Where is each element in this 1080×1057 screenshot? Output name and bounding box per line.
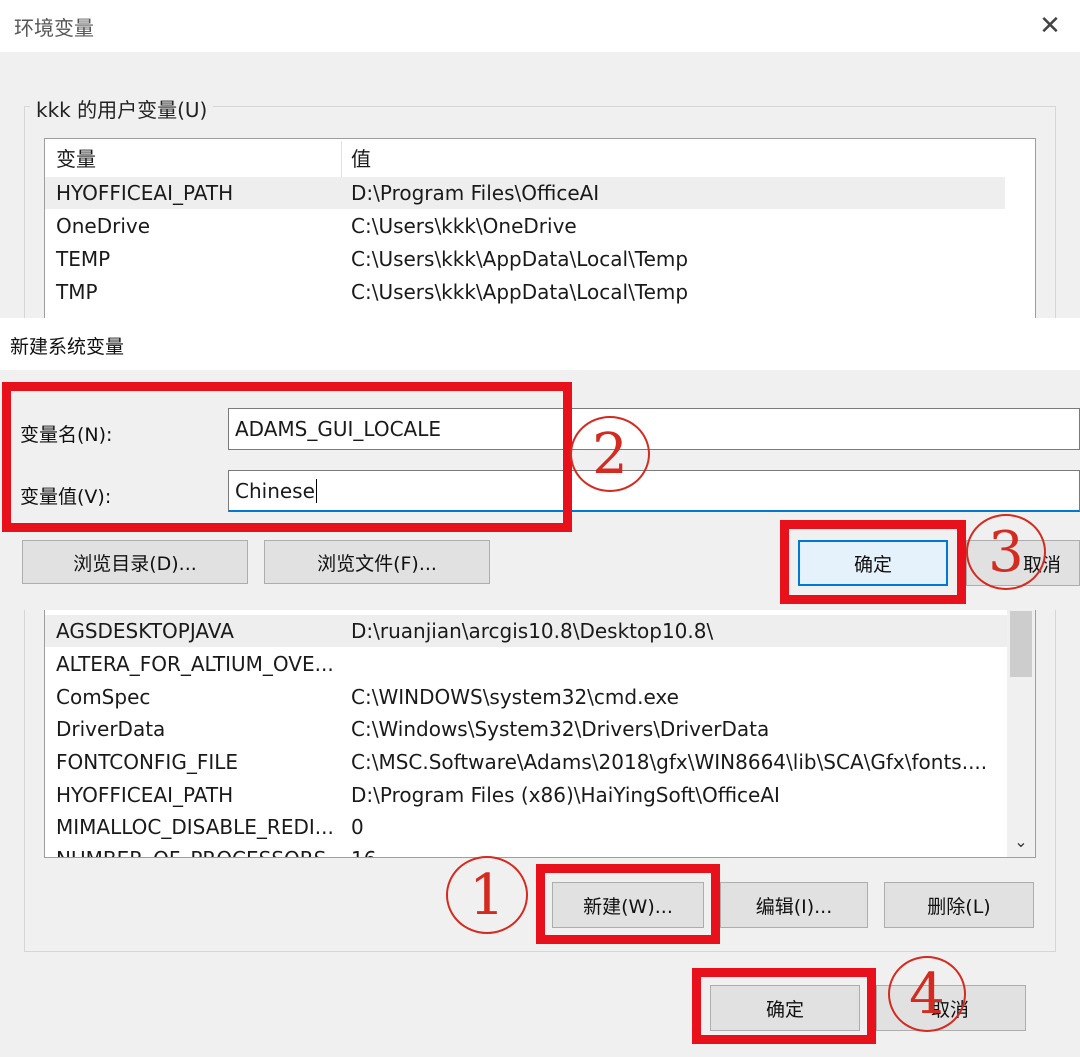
var-name: HYOFFICEAI_PATH [56, 783, 234, 807]
table-row[interactable]: MIMALLOC_DISABLE_REDI... 0 [45, 811, 1007, 843]
table-row[interactable]: ALTERA_FOR_ALTIUM_OVE... [45, 648, 1007, 680]
var-name: DriverData [56, 717, 166, 741]
list-header: 变量 值 [45, 143, 1005, 177]
highlight-box-fields [2, 382, 572, 532]
table-row[interactable]: DriverData C:\Windows\System32\Drivers\D… [45, 713, 1007, 745]
var-name: MIMALLOC_DISABLE_REDI... [56, 815, 334, 839]
system-vars-list[interactable]: AGSDESKTOPJAVA D:\ruanjian\arcgis10.8\De… [44, 600, 1036, 858]
table-row[interactable]: ComSpec C:\WINDOWS\system32\cmd.exe [45, 681, 1007, 713]
header-variable[interactable]: 变量 [56, 143, 96, 175]
scrollbar-thumb[interactable] [1010, 611, 1032, 677]
var-name: TEMP [56, 247, 111, 271]
table-row[interactable]: FONTCONFIG_FILE C:\MSC.Software\Adams\20… [45, 746, 1007, 778]
var-name: TMP [56, 280, 98, 304]
table-row[interactable]: TEMP C:\Users\kkk\AppData\Local\Temp [45, 243, 1005, 275]
table-row[interactable]: TMP C:\Users\kkk\AppData\Local\Temp [45, 276, 1005, 308]
highlight-box-dialog-ok [780, 520, 966, 604]
step-4-marker: 4 [888, 956, 966, 1032]
var-value: D:\Program Files (x86)\HaiYingSoft\Offic… [351, 783, 780, 807]
var-value: 16 [351, 843, 376, 857]
highlight-box-main-ok [692, 968, 876, 1044]
browse-file-button[interactable]: 浏览文件(F)... [264, 540, 490, 584]
var-value: D:\Program Files\OfficeAI [351, 181, 600, 205]
var-name: HYOFFICEAI_PATH [56, 181, 234, 205]
step-2-marker: 2 [570, 416, 650, 492]
table-row[interactable]: HYOFFICEAI_PATH D:\Program Files (x86)\H… [45, 779, 1007, 811]
user-vars-label: kkk 的用户变量(U) [30, 94, 214, 123]
header-value[interactable]: 值 [351, 143, 371, 175]
edit-variable-button[interactable]: 编辑(I)... [720, 882, 868, 928]
table-row[interactable]: HYOFFICEAI_PATH D:\Program Files\OfficeA… [45, 177, 1005, 209]
column-separator[interactable] [341, 141, 342, 177]
browse-directory-button[interactable]: 浏览目录(D)... [22, 540, 248, 584]
window-titlebar [0, 0, 1080, 52]
user-vars-list[interactable]: 变量 值 HYOFFICEAI_PATH D:\Program Files\Of… [44, 138, 1036, 328]
window-title: 环境变量 [14, 16, 94, 40]
var-value: C:\Windows\System32\Drivers\DriverData [351, 717, 770, 741]
highlight-box-new [536, 864, 720, 944]
var-name: OneDrive [56, 214, 151, 238]
close-icon[interactable]: ✕ [1036, 12, 1064, 40]
var-name: FONTCONFIG_FILE [56, 750, 239, 774]
var-name: ComSpec [56, 685, 151, 709]
var-value: 0 [351, 815, 364, 839]
var-name: AGSDESKTOPJAVA [56, 619, 234, 643]
dialog-titlebar [0, 318, 1080, 370]
var-value: C:\MSC.Software\Adams\2018\gfx\WIN8664\l… [351, 750, 988, 774]
dialog-title: 新建系统变量 [10, 336, 125, 358]
var-name: NUMBER_OF_PROCESSORS [56, 843, 326, 857]
table-row[interactable]: AGSDESKTOPJAVA D:\ruanjian\arcgis10.8\De… [45, 615, 1007, 647]
table-row[interactable]: OneDrive C:\Users\kkk\OneDrive [45, 210, 1005, 242]
var-value: C:\Users\kkk\OneDrive [351, 214, 577, 238]
var-value: C:\Users\kkk\AppData\Local\Temp [351, 280, 689, 304]
step-3-marker: 3 [966, 514, 1046, 590]
table-row[interactable]: NUMBER_OF_PROCESSORS 16 [45, 843, 1007, 857]
delete-variable-button[interactable]: 删除(L) [884, 882, 1034, 928]
step-1-marker: 1 [446, 856, 528, 934]
var-value: C:\Users\kkk\AppData\Local\Temp [351, 247, 689, 271]
var-name: ALTERA_FOR_ALTIUM_OVE... [56, 652, 334, 676]
var-value: D:\ruanjian\arcgis10.8\Desktop10.8\ [351, 619, 714, 643]
scroll-down-icon[interactable]: ⌄ [1007, 829, 1035, 855]
var-value: C:\WINDOWS\system32\cmd.exe [351, 685, 679, 709]
